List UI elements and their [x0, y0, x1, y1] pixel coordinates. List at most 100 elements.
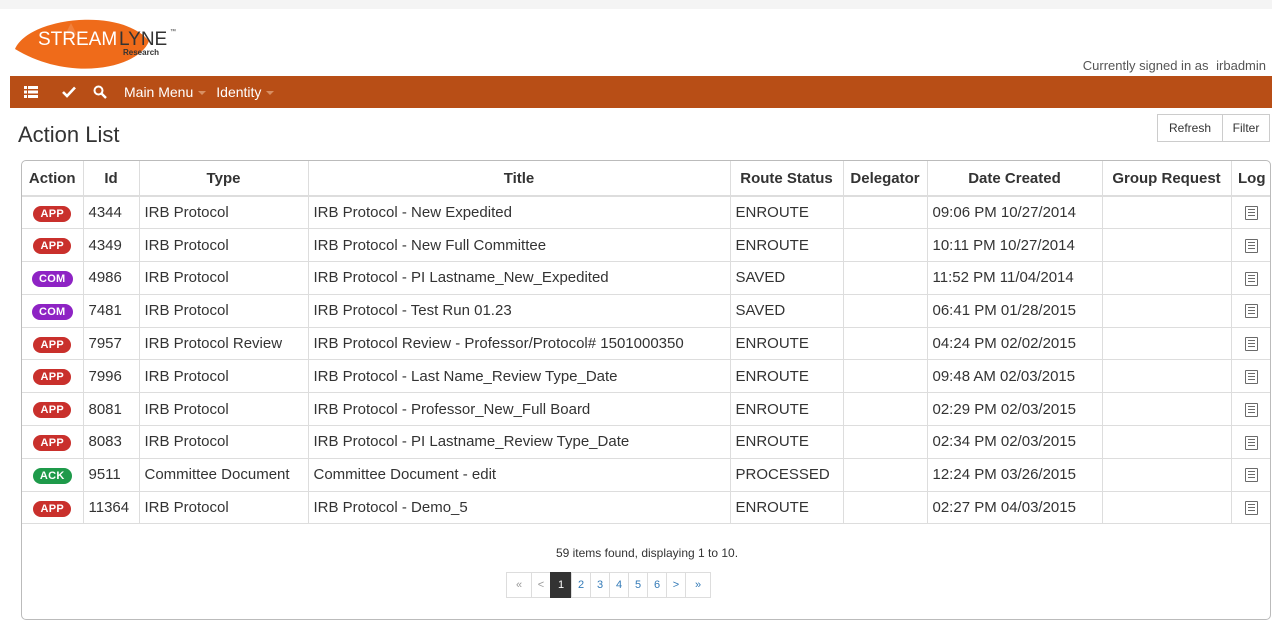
title-cell[interactable]: IRB Protocol - Last Name_Review Type_Dat… — [308, 359, 731, 394]
log-cell — [1231, 196, 1270, 230]
route-status-cell: ENROUTE — [730, 359, 844, 394]
action-cell: APP — [22, 392, 84, 427]
column-header-action[interactable]: Action — [22, 161, 84, 197]
title-cell[interactable]: Committee Document - edit — [308, 458, 731, 492]
log-document-icon[interactable] — [1245, 271, 1259, 286]
title-cell[interactable]: IRB Protocol - PI Lastname_Review Type_D… — [308, 425, 731, 459]
log-cell — [1231, 425, 1270, 459]
last-page-button[interactable]: » — [685, 572, 711, 598]
title-cell[interactable]: IRB Protocol - New Full Committee — [308, 228, 731, 263]
title-cell[interactable]: IRB Protocol - Test Run 01.23 — [308, 294, 731, 328]
action-badge[interactable]: COM — [31, 303, 73, 320]
prev-page-button[interactable]: < — [531, 572, 551, 598]
date-created-cell: 10:11 PM 10/27/2014 — [927, 228, 1103, 263]
log-document-icon[interactable] — [1245, 206, 1259, 221]
log-document-icon[interactable] — [1245, 369, 1259, 384]
route-status-cell: ENROUTE — [730, 425, 844, 459]
next-page-button[interactable]: > — [666, 572, 686, 598]
action-badge[interactable]: APP — [33, 336, 72, 353]
page-5-button[interactable]: 5 — [628, 572, 648, 598]
table-header-row: Action Id Type Title Route Status Delega… — [22, 161, 1270, 197]
date-created-cell: 09:48 AM 02/03/2015 — [927, 359, 1103, 394]
route-status-cell: ENROUTE — [730, 392, 844, 427]
log-document-icon[interactable] — [1245, 435, 1259, 450]
title-cell[interactable]: IRB Protocol - Professor_New_Full Board — [308, 392, 731, 427]
type-cell: IRB Protocol — [139, 491, 309, 525]
refresh-button[interactable]: Refresh — [1157, 114, 1223, 142]
column-header-type[interactable]: Type — [139, 161, 309, 197]
checkmark-icon[interactable] — [52, 76, 86, 108]
page-4-button[interactable]: 4 — [609, 572, 629, 598]
date-created-cell: 04:24 PM 02/02/2015 — [927, 327, 1103, 361]
action-badge[interactable]: APP — [33, 238, 72, 255]
action-badge[interactable]: COM — [31, 270, 73, 287]
log-document-icon[interactable] — [1245, 468, 1259, 483]
delegator-cell — [843, 196, 928, 230]
log-document-icon[interactable] — [1245, 304, 1259, 319]
pagination: « < 1 2 3 4 5 6 > » — [506, 572, 711, 598]
type-cell: IRB Protocol — [139, 261, 309, 295]
action-cell: APP — [22, 491, 84, 525]
delegator-cell — [843, 359, 928, 394]
date-created-cell: 02:29 PM 02/03/2015 — [927, 392, 1103, 427]
log-document-icon[interactable] — [1245, 501, 1259, 516]
table-row[interactable]: ACK 9511 Committee Document Committee Docum… — [22, 458, 1270, 492]
page-1-button[interactable]: 1 — [550, 572, 572, 598]
page-2-button[interactable]: 2 — [571, 572, 591, 598]
first-page-button[interactable]: « — [506, 572, 532, 598]
signed-in-label: Currently signed in as — [1082, 58, 1209, 73]
title-cell[interactable]: IRB Protocol - Demo_5 — [308, 491, 731, 525]
action-badge[interactable]: ACK — [32, 467, 72, 484]
table-row[interactable]: APP 11364 IRB Protocol IRB Protocol - Demo_… — [22, 491, 1270, 525]
filter-button[interactable]: Filter — [1222, 114, 1270, 142]
page-3-button[interactable]: 3 — [590, 572, 610, 598]
id-cell: 8081 — [83, 392, 140, 427]
signed-in-username[interactable]: irbadmin — [1216, 58, 1266, 73]
main-menu-dropdown[interactable]: Main Menu — [124, 76, 207, 108]
title-cell[interactable]: IRB Protocol Review - Professor/Protocol… — [308, 327, 731, 361]
action-list-table-container: Action Id Type Title Route Status Delega… — [21, 160, 1271, 620]
action-cell: APP — [22, 425, 84, 459]
column-header-group-request[interactable]: Group Request — [1102, 161, 1232, 197]
type-cell: IRB Protocol — [139, 359, 309, 394]
list-icon[interactable] — [10, 76, 52, 108]
column-header-delegator[interactable]: Delegator — [843, 161, 928, 197]
title-cell[interactable]: IRB Protocol - New Expedited — [308, 196, 731, 230]
column-header-id[interactable]: Id — [83, 161, 140, 197]
table-row[interactable]: APP 4349 IRB Protocol IRB Protocol - New Fu… — [22, 228, 1270, 263]
top-strip — [0, 0, 1272, 9]
id-cell: 9511 — [83, 458, 140, 492]
table-row[interactable]: COM 4986 IRB Protocol IRB Protocol - PI Las… — [22, 261, 1270, 295]
column-header-title[interactable]: Title — [308, 161, 731, 197]
action-badge[interactable]: APP — [33, 369, 72, 386]
title-cell[interactable]: IRB Protocol - PI Lastname_New_Expedited — [308, 261, 731, 295]
action-badge[interactable]: APP — [33, 205, 72, 222]
page-6-button[interactable]: 6 — [647, 572, 667, 598]
action-badge[interactable]: APP — [33, 434, 72, 451]
identity-dropdown[interactable]: Identity — [216, 76, 275, 108]
table-row[interactable]: APP 7996 IRB Protocol IRB Protocol - Last N… — [22, 359, 1270, 394]
type-cell: Committee Document — [139, 458, 309, 492]
action-badge[interactable]: APP — [33, 402, 72, 419]
table-row[interactable]: APP 8081 IRB Protocol IRB Protocol - Profes… — [22, 392, 1270, 427]
streamlyne-logo[interactable]: STREAM LYNE ™ Research — [11, 13, 186, 73]
log-document-icon[interactable] — [1245, 238, 1259, 253]
delegator-cell — [843, 327, 928, 361]
route-status-cell: ENROUTE — [730, 327, 844, 361]
action-badge[interactable]: APP — [33, 500, 72, 517]
column-header-route-status[interactable]: Route Status — [730, 161, 844, 197]
column-header-date-created[interactable]: Date Created — [927, 161, 1103, 197]
log-cell — [1231, 261, 1270, 295]
group-request-cell — [1102, 228, 1232, 263]
identity-label: Identity — [216, 84, 262, 100]
table-row[interactable]: COM 7481 IRB Protocol IRB Protocol - Test R… — [22, 294, 1270, 328]
search-icon[interactable] — [86, 76, 114, 108]
table-row[interactable]: APP 7957 IRB Protocol Review IRB Protocol R… — [22, 327, 1270, 361]
table-row[interactable]: APP 4344 IRB Protocol IRB Protocol - New Ex… — [22, 196, 1270, 230]
log-cell — [1231, 359, 1270, 394]
table-row[interactable]: APP 8083 IRB Protocol IRB Protocol - PI Las… — [22, 425, 1270, 459]
log-cell — [1231, 491, 1270, 525]
log-document-icon[interactable] — [1245, 402, 1259, 417]
column-header-log[interactable]: Log — [1231, 161, 1270, 197]
log-document-icon[interactable] — [1245, 337, 1259, 352]
